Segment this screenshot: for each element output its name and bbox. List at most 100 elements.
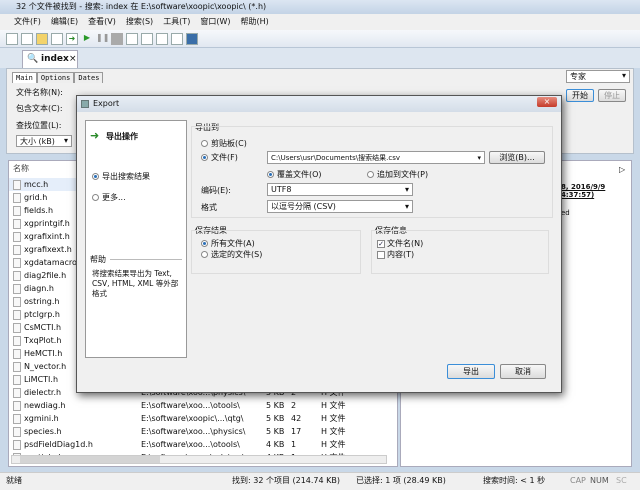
file-size-cell: 5 KB	[266, 412, 284, 425]
file-icon	[13, 323, 21, 333]
file-count-cell: 42	[291, 412, 301, 425]
file-row[interactable]: newdiag.hE:\software\xoo...\otools\5 KB2…	[9, 399, 389, 412]
file-icon	[13, 193, 21, 203]
radio-all-files[interactable]: 所有文件(A)	[201, 238, 255, 249]
window-icon[interactable]	[141, 33, 153, 45]
dialog-close-button[interactable]: ×	[537, 97, 557, 107]
radio-selected-files[interactable]: 选定的文件(S)	[201, 249, 262, 260]
contains-text-label: 包含文本(C):	[16, 103, 63, 114]
size-dropdown[interactable]: 大小 (kB)	[16, 135, 72, 147]
export-icon[interactable]: ➜	[66, 33, 78, 45]
file-icon	[13, 427, 21, 437]
menu-edit[interactable]: 编辑(E)	[51, 14, 78, 30]
file-icon	[13, 401, 21, 411]
status-num: NUM	[590, 473, 609, 489]
checkbox-filename[interactable]: ✓文件名(N)	[377, 238, 423, 249]
cancel-button[interactable]: 取消	[500, 364, 546, 379]
file-name-cell: mcc.h	[13, 178, 48, 191]
tab-options[interactable]: Options	[37, 72, 75, 83]
file-row[interactable]: species.hE:\software\xoo...\physics\5 KB…	[9, 425, 389, 438]
play-icon[interactable]: ▶	[81, 33, 93, 45]
window-title: 32 个文件被找到 - 搜索: index 在 E:\software\xoop…	[0, 0, 640, 14]
status-caps: CAP	[570, 473, 586, 489]
book-icon[interactable]	[186, 33, 198, 45]
menu-window[interactable]: 窗口(W)	[200, 14, 230, 30]
status-time: 搜索时间: < 1 秒	[483, 473, 545, 489]
status-bar: 就绪 找到: 32 个项目 (214.74 KB) 已选择: 1 项 (28.4…	[0, 472, 640, 490]
browse-button[interactable]: 浏览(B)...	[489, 151, 545, 164]
export-button[interactable]: 导出	[447, 364, 495, 379]
file-icon	[13, 271, 21, 281]
file-row[interactable]: xgmini.hE:\software\xoopic\...\qtg\5 KB4…	[9, 412, 389, 425]
toolbar: ➜ ▶ ❚❚	[0, 30, 640, 48]
checkbox-content[interactable]: 内容(T)	[377, 249, 414, 260]
menu-help[interactable]: 帮助(H)	[240, 14, 268, 30]
file-name-cell: species.h	[13, 425, 62, 438]
file-name-cell: psdFieldDiag1d.h	[13, 438, 93, 451]
file-row[interactable]: psdFieldDiag1d.h E:\software\xoo...\otool…	[9, 438, 389, 451]
file-icon	[13, 349, 21, 359]
file-icon	[13, 206, 21, 216]
encoding-label: 编码(E):	[201, 185, 231, 196]
file-name-cell: xgprintgif.h	[13, 217, 70, 230]
print-icon[interactable]	[171, 33, 183, 45]
file-count-cell: 2	[291, 399, 296, 412]
file-name-cell: TxqPlot.h	[13, 334, 61, 347]
file-path-cell: E:\software\xoo...\otools\	[141, 399, 240, 412]
dialog-app-icon	[81, 100, 89, 108]
file-path-combo[interactable]: C:\Users\usr\Documents\搜索结果.csv	[267, 151, 485, 164]
stop-icon[interactable]	[111, 33, 123, 45]
file-name-cell: ptclgrp.h	[13, 308, 60, 321]
stop-button[interactable]: 停止	[598, 89, 626, 102]
open-folder-icon[interactable]	[36, 33, 48, 45]
save-icon[interactable]	[51, 33, 63, 45]
search-tabs: Main Options Dates	[12, 72, 103, 83]
file-type-cell: H 文件	[321, 399, 346, 412]
file-name-cell: N_vector.h	[13, 360, 66, 373]
file-path-cell: E:\software\xoopic\...\qtg\	[141, 412, 243, 425]
horizontal-scrollbar[interactable]	[11, 455, 387, 464]
operation-pane: ➜ 导出操作 导出搜索结果 更多... 帮助 将搜索结果导出为 Text, CS…	[85, 120, 187, 358]
menu-search[interactable]: 搜索(S)	[126, 14, 153, 30]
radio-append[interactable]: 追加到文件(P)	[367, 169, 428, 180]
radio-overwrite[interactable]: 覆盖文件(O)	[267, 169, 322, 180]
document-icon[interactable]	[156, 33, 168, 45]
format-dropdown[interactable]: 以逗号分隔 (CSV)	[267, 200, 413, 213]
tab-index[interactable]: 🔍 index ×	[22, 50, 78, 68]
radio-clipboard[interactable]: 剪贴板(C)	[201, 138, 247, 149]
tab-close-icon[interactable]: ×	[69, 51, 77, 68]
start-button[interactable]: 开始	[566, 89, 594, 102]
file-name-cell: HeMCTI.h	[13, 347, 62, 360]
file-type-cell: H 文件	[321, 412, 346, 425]
file-icon	[13, 180, 21, 190]
menu-bar: 文件(F) 编辑(E) 查看(V) 搜索(S) 工具(T) 窗口(W) 帮助(H…	[0, 14, 640, 30]
menu-tools[interactable]: 工具(T)	[163, 14, 190, 30]
menu-view[interactable]: 查看(V)	[88, 14, 116, 30]
mode-dropdown[interactable]: 专家	[566, 70, 630, 83]
file-path-cell: E:\software\xoo...\otools\	[141, 438, 240, 451]
file-size-cell: 5 KB	[266, 399, 284, 412]
encoding-dropdown[interactable]: UTF8	[267, 183, 413, 196]
layout-icon[interactable]	[126, 33, 138, 45]
column-header-name[interactable]: 名称	[13, 163, 29, 174]
new-icon[interactable]	[6, 33, 18, 45]
pause-icon[interactable]: ❚❚	[96, 33, 108, 45]
file-name-cell: CsMCTI.h	[13, 321, 61, 334]
dialog-title: Export	[77, 96, 561, 112]
radio-file[interactable]: 文件(F)	[201, 152, 238, 163]
copy-icon[interactable]	[21, 33, 33, 45]
file-size-cell: 5 KB	[266, 425, 284, 438]
option-export-results[interactable]: 导出搜索结果	[92, 171, 150, 182]
status-ready: 就绪	[6, 473, 22, 489]
file-count-cell: 1	[291, 438, 296, 451]
file-icon	[13, 336, 21, 346]
option-more[interactable]: 更多...	[92, 192, 126, 203]
tab-dates[interactable]: Dates	[74, 72, 103, 83]
expand-arrow-icon[interactable]: ▷	[619, 165, 625, 174]
format-label: 格式	[201, 202, 217, 213]
file-name-cell: diag2file.h	[13, 269, 66, 282]
file-icon	[13, 375, 21, 385]
menu-file[interactable]: 文件(F)	[14, 14, 41, 30]
tab-main[interactable]: Main	[12, 72, 37, 83]
file-name-cell: xgrafixext.h	[13, 243, 72, 256]
